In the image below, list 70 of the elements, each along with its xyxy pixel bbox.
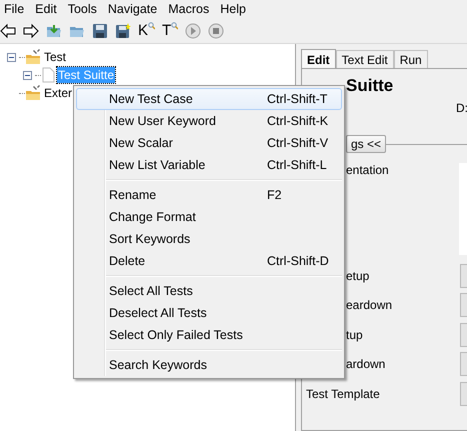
menu-item-label: Sort Keywords [109,232,192,246]
menu-item[interactable]: Tools [66,2,103,16]
context-menu-item[interactable]: Delete Ctrl-Shift-D [76,250,342,272]
menu-item-label: Select Only Failed Tests [109,328,244,342]
menu-item-label: New User Keyword [109,114,217,128]
tree-item[interactable]: Exter [43,85,74,101]
menu-item[interactable]: File [2,2,30,16]
edit-button[interactable] [460,382,467,406]
edit-button[interactable] [460,264,467,288]
collapse-toggle[interactable] [23,70,32,80]
tab[interactable]: Edit [301,49,336,68]
context-menu-item[interactable]: Select Only Failed Tests [76,324,342,346]
arrow-left-icon[interactable] [0,22,16,38]
context-menu-item[interactable]: New Scalar Ctrl-Shift-V [76,132,342,154]
shortcut-label: Ctrl-Shift-V [267,136,328,150]
folder-arrow-icon[interactable] [46,22,62,38]
shortcut-label: Ctrl-Shift-K [267,114,328,128]
context-menu-item[interactable]: Search Keywords [76,354,342,376]
play-circle-icon[interactable] [185,22,202,38]
menu-item-label: New Scalar [109,136,174,150]
setting-label: Test Template [306,386,381,401]
floppy-icon[interactable] [92,22,108,38]
settings-toggle-button[interactable]: gs << [346,135,386,153]
shortcut-label: Ctrl-Shift-T [267,92,328,106]
menu-item[interactable]: Edit [33,2,63,16]
context-menu-item[interactable]: New User Keyword Ctrl-Shift-K [76,110,342,132]
shortcut-label: Ctrl-Shift-D [267,254,329,268]
collapse-toggle[interactable] [7,52,16,62]
menu-item-label: Select All Tests [109,284,194,298]
menu-item[interactable]: Macros [166,2,216,16]
menu-item[interactable]: Help [218,2,252,16]
menu-item-label: Search Keywords [109,358,208,372]
field-label: entation [346,163,389,179]
magnifier-icon [148,22,156,30]
context-menu-item[interactable]: Select All Tests [76,280,342,302]
setting-label: etup [346,268,370,283]
folder-wrench-icon [25,85,41,101]
context-menu-item[interactable]: New Test Case Ctrl-Shift-T [76,88,342,110]
tab[interactable]: Run [394,50,428,68]
shortcut-label: F2 [267,188,282,202]
shortcut-label: Ctrl-Shift-L [267,158,327,172]
menu-item-label: New List Variable [109,158,206,172]
context-menu-item[interactable]: Deselect All Tests [76,302,342,324]
setting-label: tup [346,328,364,342]
document-icon [41,67,55,83]
setting-label: eardown [346,298,394,312]
magnifier-icon [171,22,178,30]
menu-item-label: Delete [109,254,146,268]
menu-item-label: Deselect All Tests [109,306,208,320]
tab[interactable]: Text Edit [336,50,394,68]
suite-title: Suitte [346,76,394,96]
edit-button[interactable] [460,322,467,347]
menu-item[interactable]: Navigate [106,2,164,16]
context-menu-item[interactable]: Sort Keywords [76,228,342,250]
menu-item-label: Rename [109,188,158,202]
context-menu-item[interactable]: Rename F2 [76,184,342,206]
arrow-right-icon[interactable] [23,22,39,38]
menu-item-label: New Test Case [109,92,194,106]
stop-circle-icon[interactable] [208,22,224,38]
tree-item[interactable]: Test [43,49,68,65]
toolbar-button[interactable]: K [138,22,148,39]
source-path: D: [456,101,467,115]
context-menu-item[interactable]: New List Variable Ctrl-Shift-L [76,154,342,176]
edit-button[interactable] [460,293,467,318]
menu-item-label: Change Format [109,210,197,224]
edit-button[interactable] [460,352,467,376]
context-menu-item[interactable]: Change Format [76,206,342,228]
folder-wrench-icon [25,49,41,65]
toolbar-button[interactable]: T [162,22,172,39]
setting-label: ardown [346,357,386,372]
